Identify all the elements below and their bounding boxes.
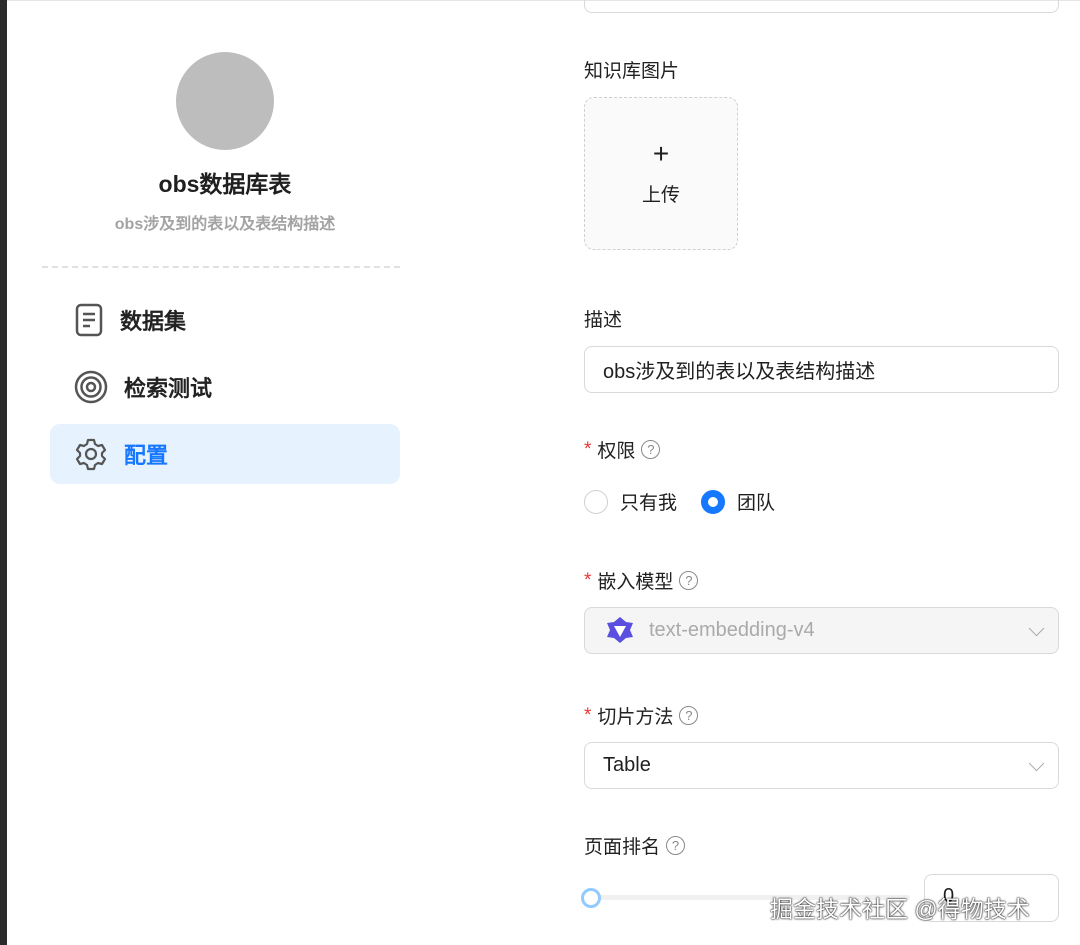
description-input[interactable]: obs涉及到的表以及表结构描述	[584, 346, 1059, 393]
embedding-label: * 嵌入模型?	[584, 567, 699, 594]
radio-label: 团队	[737, 493, 776, 514]
nav-retrieval-test[interactable]: 检索测试	[50, 357, 400, 417]
image-label: 知识库图片	[584, 61, 680, 82]
kb-description: obs涉及到的表以及表结构描述	[114, 216, 336, 233]
chunk-method-select[interactable]: Table	[584, 742, 1059, 789]
chevron-down-icon	[1028, 755, 1045, 772]
help-icon[interactable]: ?	[679, 706, 699, 725]
help-icon[interactable]: ?	[666, 836, 686, 855]
model-logo-icon	[607, 616, 633, 643]
name-input[interactable]	[584, 0, 1059, 13]
kb-name: obs数据库表	[158, 171, 292, 197]
plus-icon: +	[652, 138, 670, 169]
avatar	[176, 52, 274, 150]
gear-icon	[75, 438, 107, 471]
watermark: 掘金技术社区 @得物技术	[770, 896, 1030, 922]
radio-team[interactable]	[701, 489, 726, 514]
permission-radio-group: 只有我 团队	[584, 488, 775, 515]
target-icon	[74, 370, 108, 404]
nav-label: 检索测试	[124, 376, 213, 401]
radio-label: 只有我	[620, 493, 678, 514]
rank-slider-handle[interactable]	[581, 888, 601, 908]
divider	[42, 266, 400, 268]
upload-button[interactable]: + 上传	[584, 97, 738, 250]
rank-label: 页面排名?	[584, 832, 686, 859]
help-icon[interactable]: ?	[641, 440, 661, 459]
help-icon[interactable]: ?	[679, 571, 699, 590]
window-edge	[0, 0, 7, 945]
document-icon	[75, 303, 103, 337]
nav-label: 数据集	[120, 309, 187, 334]
chunk-label: * 切片方法?	[584, 702, 699, 729]
nav-label: 配置	[124, 443, 169, 468]
desc-label: 描述	[584, 310, 623, 331]
embedding-model-select[interactable]: text-embedding-v4	[584, 607, 1059, 654]
permission-label: * 权限?	[584, 436, 661, 463]
radio-only-me[interactable]	[584, 489, 608, 514]
upload-label: 上传	[641, 185, 680, 206]
nav-dataset[interactable]: 数据集	[50, 290, 400, 350]
nav-config[interactable]: 配置	[50, 424, 400, 484]
chevron-down-icon	[1028, 620, 1045, 637]
